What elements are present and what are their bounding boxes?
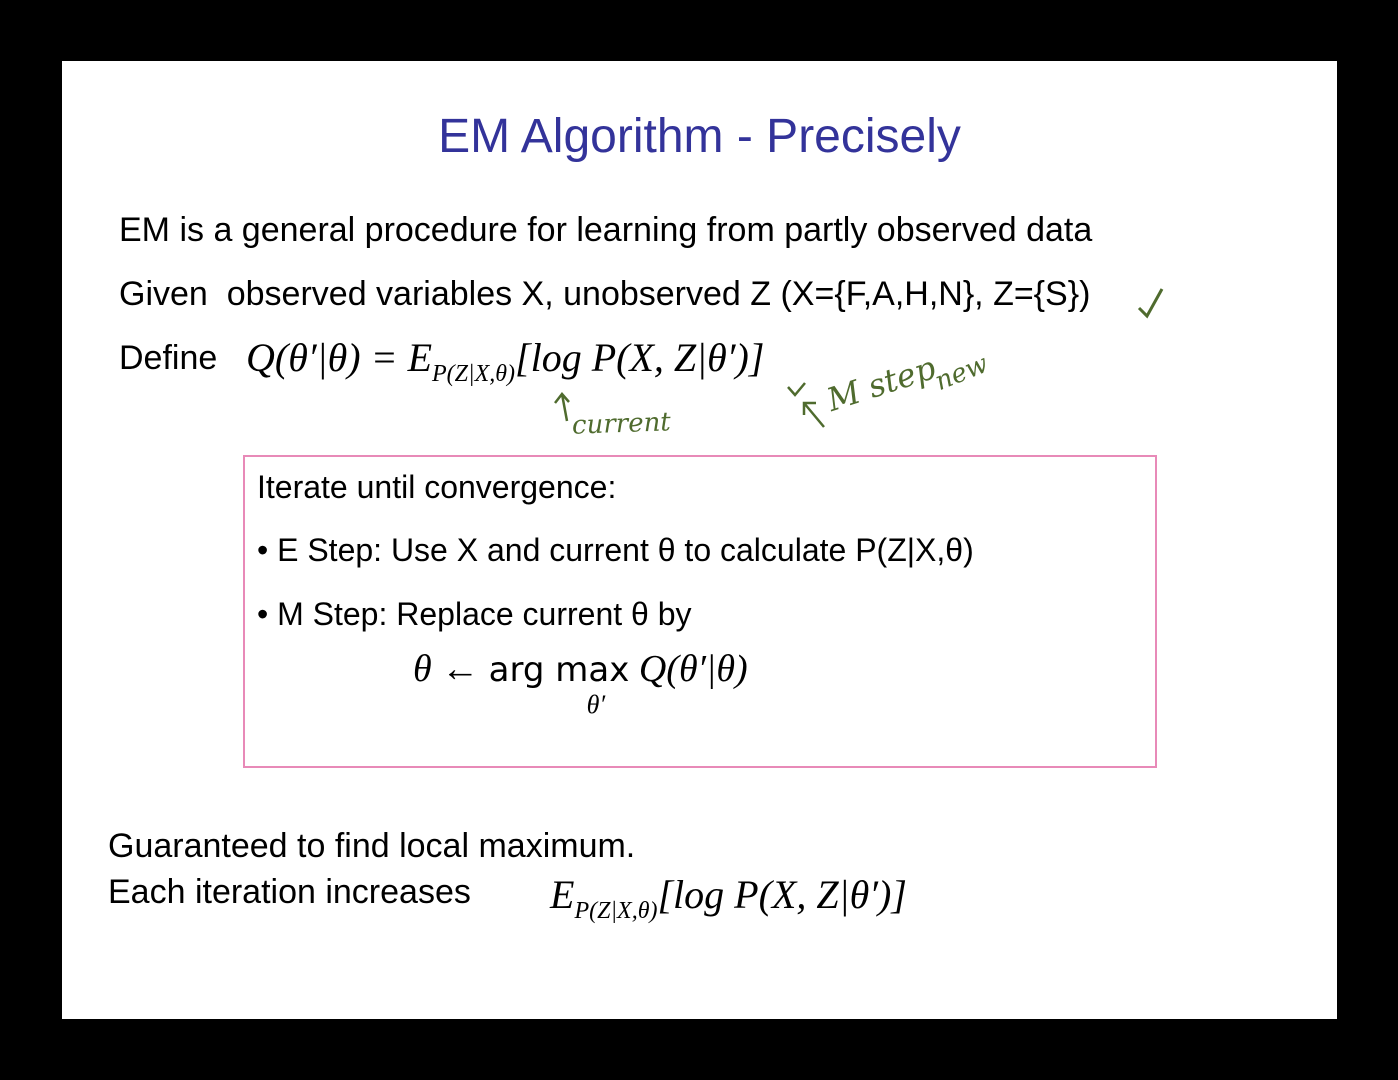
e-step-line: • E Step: Use X and current θ to calcula… xyxy=(257,532,974,568)
argmax-operator: arg max θ′ xyxy=(488,650,630,719)
update-formula: θ ← arg max θ′ Q(θ′|θ) xyxy=(413,647,748,719)
update-lhs: θ ← xyxy=(413,648,489,690)
update-rhs: Q(θ′|θ) xyxy=(638,648,748,690)
small-check-icon xyxy=(787,382,806,397)
bottom-formula: EP(Z|X,θ)[log P(X, Z|θ′)] xyxy=(550,871,907,925)
m-step-line: • M Step: Replace current θ by xyxy=(257,596,692,632)
slide: EM Algorithm - Precisely EM is a general… xyxy=(62,61,1337,1019)
box-heading: Iterate until convergence: xyxy=(257,469,617,505)
arrow-upleft-icon xyxy=(802,401,825,428)
guarantee-line: Guaranteed to find local maximum. xyxy=(108,827,636,865)
iteration-box: Iterate until convergence: • E Step: Use… xyxy=(243,455,1157,768)
argmax-text: arg max xyxy=(488,650,630,690)
checkmark-icon xyxy=(1137,288,1164,319)
argmax-sub: θ′ xyxy=(586,690,606,719)
current-annotation: current xyxy=(571,407,672,441)
bottom-rhs: [log P(X, Z|θ′)] xyxy=(657,872,907,917)
bottom-sub: P(Z|X,θ) xyxy=(574,898,658,924)
increase-line: Each iteration increases xyxy=(108,873,471,911)
bottom-e: E xyxy=(550,872,575,917)
arrow-up-icon xyxy=(554,392,570,422)
